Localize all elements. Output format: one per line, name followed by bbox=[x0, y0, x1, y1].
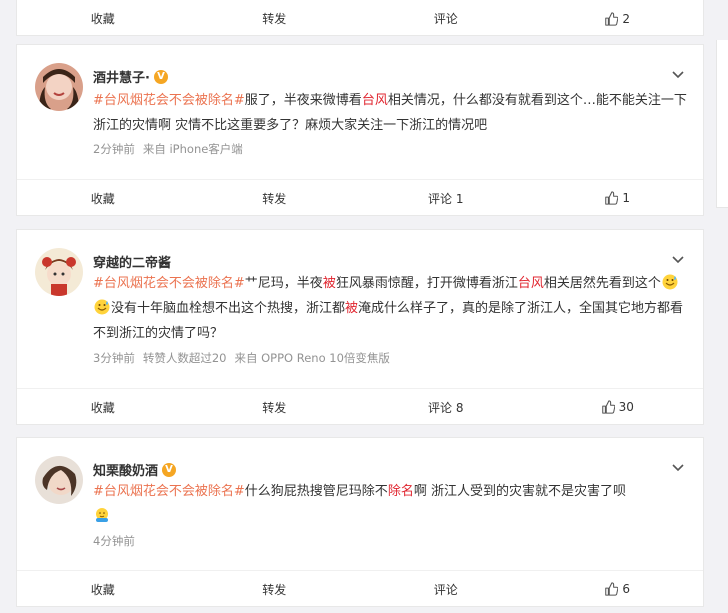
collect-label: 收藏 bbox=[90, 582, 115, 597]
collect-button[interactable]: 收藏 bbox=[17, 571, 189, 607]
source: 来自 OPPO Reno 10倍变焦版 bbox=[234, 351, 390, 365]
action-bar: 收藏 转发 评论 1 1 bbox=[17, 179, 703, 216]
keyword-highlight: 被 bbox=[345, 301, 359, 316]
text-segment: 没有十年脑血栓想不出这个热搜，浙江都 bbox=[111, 301, 346, 316]
post-card: 知栗酸奶酒 V #台风烟花会不会被除名#什么狗屁热搜管尼玛除不除名啊 浙江人受到… bbox=[16, 437, 704, 607]
username[interactable]: 穿越的二帝酱 bbox=[93, 252, 171, 271]
username[interactable]: 知栗酸奶酒 V bbox=[93, 460, 177, 479]
comment-label: 评论 bbox=[433, 12, 458, 26]
repost-button[interactable]: 转发 bbox=[189, 180, 361, 216]
verified-badge-icon: V bbox=[153, 69, 168, 84]
thumbs-up-icon bbox=[601, 400, 615, 414]
like-button[interactable]: 30 bbox=[532, 389, 704, 425]
thumbs-up-icon bbox=[605, 11, 619, 26]
keyword-highlight: 台风 bbox=[517, 276, 544, 291]
collect-label: 收藏 bbox=[90, 191, 115, 206]
post-card: 穿越的二帝酱 #台风烟花会不会被除名#艹尼玛，半夜被狂风暴雨惊醒，打开微博看浙江… bbox=[16, 229, 704, 425]
action-bar: 收藏 转发 评论 6 bbox=[17, 570, 703, 607]
like-count: 30 bbox=[618, 400, 634, 414]
repost-button[interactable]: 转发 bbox=[189, 571, 361, 607]
repost-label: 转发 bbox=[262, 582, 287, 597]
collect-button[interactable]: 收藏 bbox=[17, 180, 189, 216]
repost-label: 转发 bbox=[262, 400, 287, 415]
username[interactable]: 酒井慧子· V bbox=[93, 67, 168, 86]
username-text: 知栗酸奶酒 bbox=[93, 464, 159, 479]
username-text: 穿越的二帝酱 bbox=[93, 256, 172, 271]
topic-link[interactable]: #台风烟花会不会被除名# bbox=[93, 484, 245, 499]
post-card: 酒井慧子· V #台风烟花会不会被除名#服了，半夜来微博看台风相关情况，什么都没… bbox=[16, 44, 704, 216]
text-segment: 啊 浙江人受到的灾害就不是灾害了呗 bbox=[413, 484, 626, 499]
source: 来自 iPhone客户端 bbox=[142, 142, 243, 156]
sweat-smile-emoji bbox=[662, 274, 678, 290]
avatar[interactable] bbox=[35, 63, 83, 111]
repost-button[interactable]: 转发 bbox=[189, 389, 361, 425]
chevron-down-icon[interactable] bbox=[671, 252, 685, 266]
post-text: #台风烟花会不会被除名#服了，半夜来微博看台风相关情况，什么都没有就看到这个…能… bbox=[93, 88, 693, 138]
collect-button[interactable]: 收藏 bbox=[17, 389, 189, 425]
timestamp[interactable]: 3分钟前 bbox=[93, 351, 135, 365]
repost-label: 转发 bbox=[262, 12, 287, 26]
timestamp[interactable]: 4分钟前 bbox=[93, 534, 135, 548]
repost-info: 转赞人数超过20 bbox=[142, 351, 227, 365]
text-segment: 什么狗屁热搜管尼玛除不 bbox=[244, 484, 388, 499]
action-bar: 收藏 转发 评论 2 bbox=[17, 0, 703, 37]
keyword-highlight: 除名 bbox=[387, 484, 414, 499]
thumbs-up-icon bbox=[605, 582, 619, 596]
collect-label: 收藏 bbox=[90, 400, 115, 415]
text-segment: 艹尼玛，半夜 bbox=[244, 276, 323, 291]
comment-label: 评论 8 bbox=[428, 400, 464, 415]
topic-link[interactable]: #台风烟花会不会被除名# bbox=[93, 276, 245, 291]
text-segment: 服了，半夜来微博看 bbox=[244, 93, 362, 108]
like-button[interactable]: 2 bbox=[532, 0, 704, 37]
post-card-partial: 收藏 转发 评论 2 bbox=[16, 0, 704, 36]
like-count: 2 bbox=[622, 11, 631, 26]
keyword-highlight: 台风 bbox=[361, 93, 388, 108]
timestamp[interactable]: 2分钟前 bbox=[93, 142, 135, 156]
topic-link[interactable]: #台风烟花会不会被除名# bbox=[93, 93, 245, 108]
sweat-smile-emoji bbox=[94, 299, 110, 315]
post-text: #台风烟花会不会被除名#什么狗屁热搜管尼玛除不除名啊 浙江人受到的灾害就不是灾害… bbox=[93, 479, 693, 529]
chevron-down-icon[interactable] bbox=[671, 67, 685, 81]
avatar[interactable] bbox=[35, 248, 83, 296]
like-button[interactable]: 6 bbox=[532, 571, 704, 607]
username-text: 酒井慧子· bbox=[93, 71, 150, 86]
like-count: 6 bbox=[622, 582, 631, 596]
action-bar: 收藏 转发 评论 8 30 bbox=[17, 388, 703, 425]
repost-label: 转发 bbox=[262, 191, 287, 206]
post-meta: 3分钟前 转赞人数超过20 来自 OPPO Reno 10倍变焦版 bbox=[93, 350, 398, 366]
keyword-highlight: 被 bbox=[322, 276, 336, 291]
like-button[interactable]: 1 bbox=[532, 180, 704, 216]
text-segment: 相关居然先看到这个 bbox=[543, 276, 661, 291]
thumbs-up-icon bbox=[605, 191, 619, 205]
comment-button[interactable]: 评论 1 bbox=[360, 180, 532, 216]
comment-button[interactable]: 评论 bbox=[360, 0, 532, 37]
side-panel-edge bbox=[716, 40, 728, 208]
hug-emoji bbox=[96, 508, 108, 522]
collect-button[interactable]: 收藏 bbox=[17, 0, 189, 37]
repost-button[interactable]: 转发 bbox=[189, 0, 361, 37]
verified-badge-icon: V bbox=[162, 462, 177, 477]
like-count: 1 bbox=[622, 191, 631, 205]
post-text: #台风烟花会不会被除名#艹尼玛，半夜被狂风暴雨惊醒，打开微博看浙江台风相关居然先… bbox=[93, 271, 693, 346]
post-meta: 4分钟前 bbox=[93, 533, 143, 549]
comment-button[interactable]: 评论 bbox=[360, 571, 532, 607]
chevron-down-icon[interactable] bbox=[671, 460, 685, 474]
post-meta: 2分钟前 来自 iPhone客户端 bbox=[93, 141, 251, 157]
comment-label: 评论 1 bbox=[428, 191, 464, 206]
avatar[interactable] bbox=[35, 456, 83, 504]
comment-label: 评论 bbox=[433, 582, 458, 597]
collect-label: 收藏 bbox=[90, 12, 115, 26]
comment-button[interactable]: 评论 8 bbox=[360, 389, 532, 425]
text-segment: 狂风暴雨惊醒，打开微博看浙江 bbox=[335, 276, 518, 291]
